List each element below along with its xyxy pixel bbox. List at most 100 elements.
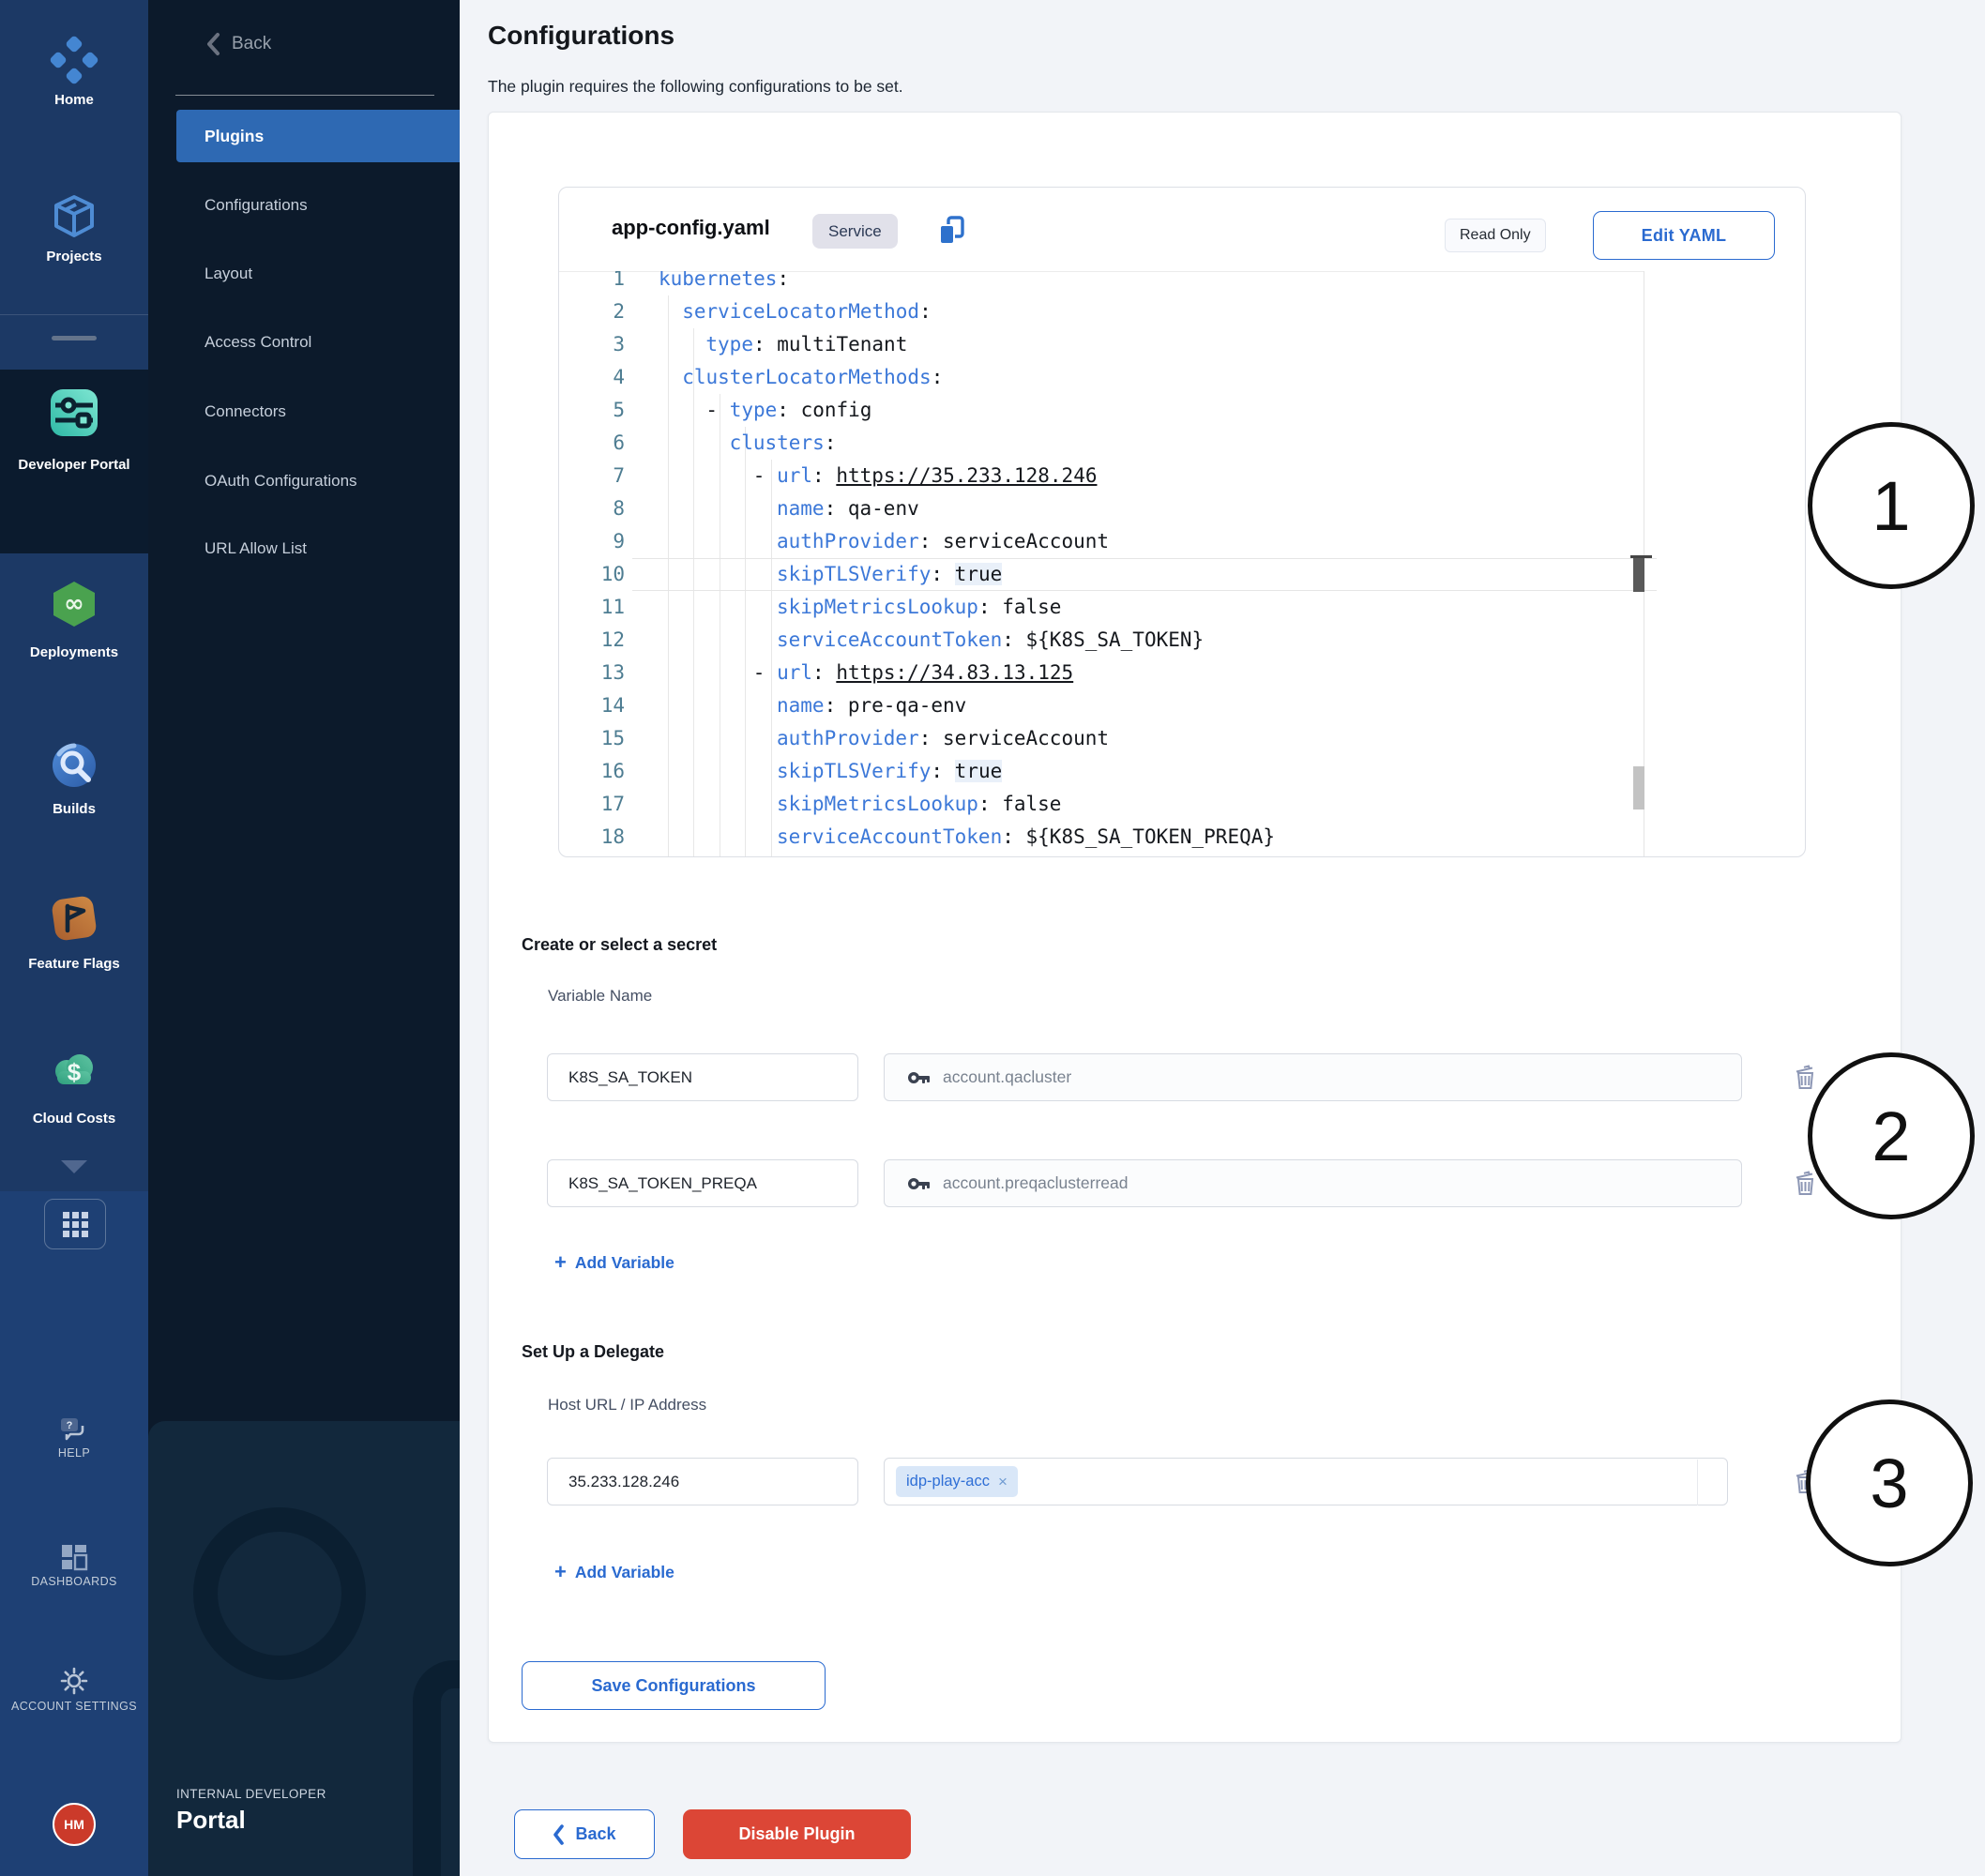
code-line: 16skipTLSVerify: true [559, 755, 1002, 788]
copy-icon[interactable] [934, 214, 969, 249]
brand-subtitle: INTERNAL DEVELOPER [176, 1787, 326, 1801]
add-variable-delegate[interactable]: + Add Variable [554, 1562, 674, 1582]
sidebar-divider [175, 95, 434, 96]
secret-name: account.qacluster [943, 1067, 1071, 1087]
trash-icon[interactable] [1793, 1169, 1819, 1197]
sidebar-item-layout[interactable]: Layout [148, 253, 460, 295]
rail-item-label: ACCOUNT SETTINGS [8, 1699, 141, 1715]
save-configurations-button[interactable]: Save Configurations [522, 1661, 826, 1710]
edit-yaml-button[interactable]: Edit YAML [1593, 211, 1775, 260]
code-line: 17skipMetricsLookup: false [559, 788, 1061, 821]
line-number: 11 [559, 591, 632, 624]
developer-portal-icon [48, 386, 100, 439]
line-number: 1 [559, 271, 632, 295]
line-number: 8 [559, 492, 632, 525]
line-number: 7 [559, 460, 632, 492]
delegate-tag-label: idp-play-acc [906, 1473, 990, 1490]
back-label: Back [232, 34, 271, 54]
page-subtitle: The plugin requires the following config… [488, 77, 903, 97]
code-line: 4clusterLocatorMethods: [559, 361, 943, 394]
line-number: 9 [559, 525, 632, 558]
deployments-icon: ∞ [48, 578, 100, 630]
chevron-left-icon [553, 1824, 565, 1845]
code-line: 7- url: https://35.233.128.246 [559, 460, 1097, 492]
variable-name-input[interactable] [547, 1159, 858, 1207]
plugin-sidebar: Back Plugins Configurations Layout Access C… [148, 0, 460, 1876]
secret-name: account.preqaclusterread [943, 1173, 1128, 1193]
delegate-section-title: Set Up a Delegate [522, 1342, 664, 1362]
annotation-circle-3: 3 [1806, 1399, 1973, 1566]
code-line: 6clusters: [559, 427, 836, 460]
editor-scrollbar-thumb-secondary[interactable] [1633, 766, 1644, 809]
code-editor[interactable]: 1kubernetes:2serviceLocatorMethod:3type:… [559, 271, 1805, 856]
sidebar-brand-panel: INTERNAL DEVELOPER Portal [148, 1421, 460, 1876]
line-number: 13 [559, 657, 632, 689]
line-number: 5 [559, 394, 632, 427]
secret-select[interactable]: account.preqaclusterread [884, 1159, 1742, 1207]
disable-plugin-button[interactable]: Disable Plugin [683, 1809, 911, 1859]
rail-item-label: DASHBOARDS [8, 1574, 141, 1590]
avatar[interactable]: HM [53, 1803, 96, 1846]
line-number: 12 [559, 624, 632, 657]
app-root: Home Projects Developer Portal ∞ Deployments… [0, 0, 1985, 1876]
plus-icon: + [554, 1562, 567, 1582]
annotation-circle-2: 2 [1808, 1052, 1975, 1219]
host-url-label: Host URL / IP Address [548, 1396, 706, 1415]
sidebar-item-plugins[interactable]: Plugins [176, 110, 460, 162]
all-modules-button[interactable] [44, 1199, 106, 1249]
rail-item-label: Deployments [8, 643, 141, 661]
variable-name-label: Variable Name [548, 987, 652, 1006]
secret-variable-row: account.preqaclusterread [489, 1159, 1901, 1207]
code-line: 12serviceAccountToken: ${K8S_SA_TOKEN} [559, 624, 1204, 657]
code-line: 18serviceAccountToken: ${K8S_SA_TOKEN_PR… [559, 821, 1275, 854]
secret-variable-row: account.qacluster [489, 1053, 1901, 1101]
code-line: 11skipMetricsLookup: false [559, 591, 1061, 624]
back-nav[interactable]: Back [206, 32, 271, 56]
rail-item-label: Projects [8, 248, 141, 265]
decorative-ring [193, 1507, 366, 1680]
code-line: 3type: multiTenant [559, 328, 907, 361]
add-variable-label: Add Variable [575, 1563, 674, 1582]
svg-text:$: $ [68, 1058, 82, 1086]
trash-icon[interactable] [1793, 1063, 1819, 1091]
code-line: 14name: pre-qa-env [559, 689, 966, 722]
delegate-row: idp-play-acc × [489, 1458, 1901, 1505]
module-rail: Home Projects Developer Portal ∞ Deployments… [0, 0, 148, 1876]
sidebar-item-connectors[interactable]: Connectors [148, 391, 460, 432]
line-number: 6 [559, 427, 632, 460]
back-button[interactable]: Back [514, 1809, 655, 1859]
variable-name-input[interactable] [547, 1053, 858, 1101]
read-only-badge: Read Only [1445, 219, 1546, 252]
chevron-down-icon[interactable] [61, 1160, 87, 1173]
rail-item-label: Home [8, 91, 141, 109]
cloud-costs-icon: $ [48, 1045, 100, 1097]
line-number: 17 [559, 788, 632, 821]
code-line: 8name: qa-env [559, 492, 919, 525]
delegate-tag-input[interactable]: idp-play-acc × [884, 1458, 1728, 1505]
line-number: 18 [559, 821, 632, 854]
service-badge: Service [812, 214, 898, 249]
sidebar-item-configurations[interactable]: Configurations [148, 185, 460, 226]
svg-text:∞: ∞ [64, 590, 84, 618]
add-variable-secret[interactable]: + Add Variable [554, 1252, 674, 1273]
secret-select[interactable]: account.qacluster [884, 1053, 1742, 1101]
rail-collapse-handle[interactable] [52, 336, 97, 340]
line-number: 14 [559, 689, 632, 722]
home-icon [48, 34, 100, 86]
sidebar-item-oauth-configurations[interactable]: OAuth Configurations [148, 461, 460, 502]
code-line: 13- url: https://34.83.13.125 [559, 657, 1073, 689]
rail-divider [0, 314, 148, 315]
apps-grid-icon [63, 1212, 88, 1237]
page-title: Configurations [488, 21, 674, 51]
feature-flags-icon [48, 892, 100, 945]
sidebar-item-access-control[interactable]: Access Control [148, 322, 460, 363]
sidebar-item-url-allow-list[interactable]: URL Allow List [148, 528, 460, 569]
close-icon[interactable]: × [998, 1473, 1008, 1491]
rail-item-label: Developer Portal [8, 456, 141, 474]
host-url-input[interactable] [547, 1458, 858, 1505]
editor-scrollbar-thumb[interactable] [1633, 558, 1644, 592]
line-number: 2 [559, 295, 632, 328]
line-number: 3 [559, 328, 632, 361]
svg-text:?: ? [67, 1420, 73, 1431]
rail-item-label: Cloud Costs [8, 1110, 141, 1127]
